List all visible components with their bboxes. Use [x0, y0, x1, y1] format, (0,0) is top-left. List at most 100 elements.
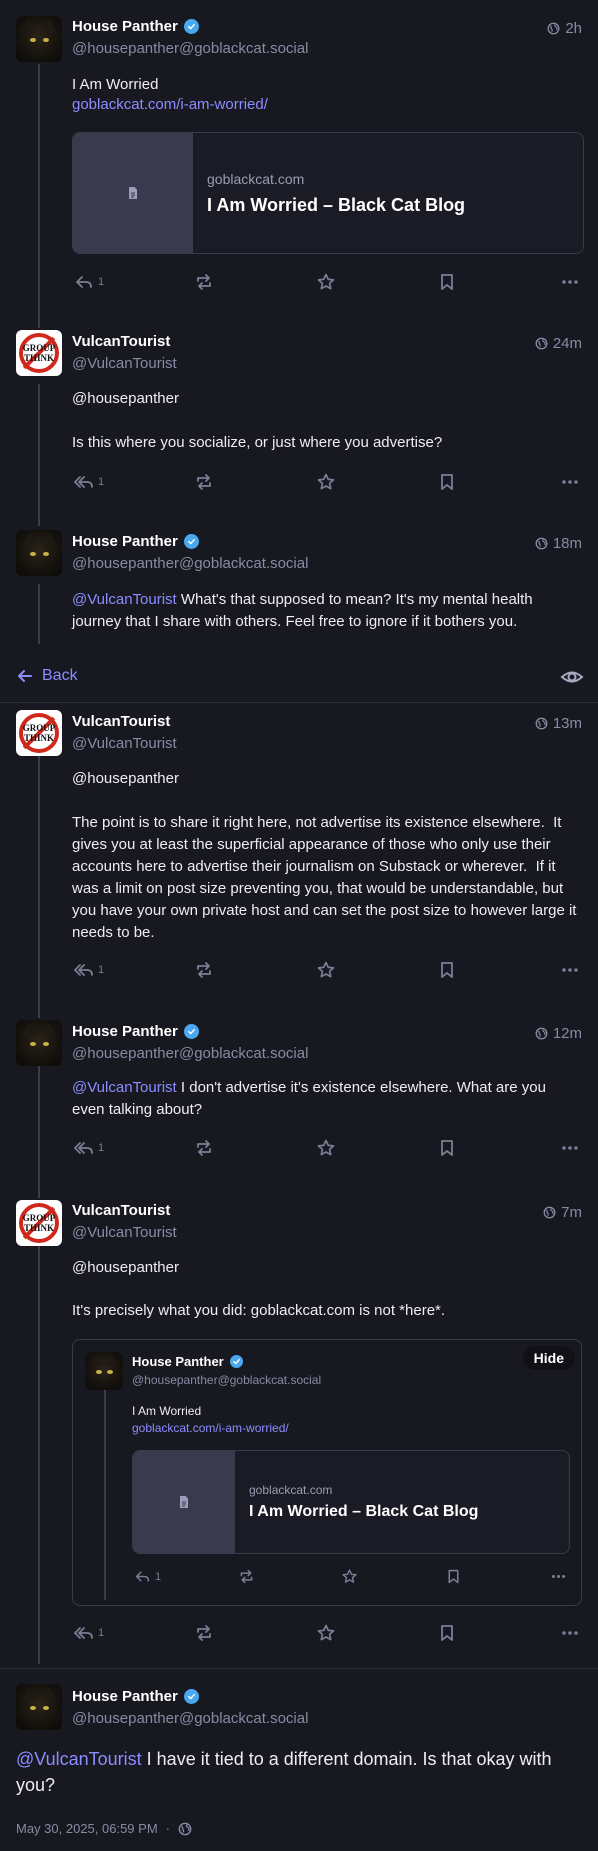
author-name[interactable]: House Panther	[72, 18, 199, 35]
favourite-button[interactable]	[316, 472, 336, 492]
bookmark-icon	[445, 1568, 462, 1585]
avatar[interactable]: GROUP THINK	[16, 710, 62, 756]
link-card[interactable]: goblackcat.com I Am Worried – Black Cat B…	[132, 1450, 570, 1554]
quoted-post[interactable]: House Panther @housepanther@goblackcat.s…	[72, 1339, 582, 1606]
post-text: @VulcanTourist What's that supposed to m…	[72, 591, 533, 630]
author-handle[interactable]: @housepanther@goblackcat.social	[72, 555, 308, 572]
post-time[interactable]: 18m	[535, 535, 582, 552]
post-link[interactable]: goblackcat.com/i-am-worried/	[132, 1421, 289, 1435]
author-name[interactable]: House Panther	[132, 1354, 243, 1369]
post-date[interactable]: May 30, 2025, 06:59 PM	[16, 1821, 158, 1836]
link-card[interactable]: goblackcat.com I Am Worried – Black Cat B…	[72, 132, 584, 254]
bookmark-icon	[437, 1138, 457, 1158]
avatar[interactable]	[85, 1352, 123, 1390]
favourite-button[interactable]	[316, 272, 336, 292]
bookmark-button[interactable]	[437, 1623, 457, 1643]
thread-line	[104, 1390, 106, 1600]
thread-line	[38, 64, 40, 328]
bookmark-button[interactable]	[437, 272, 457, 292]
author-handle[interactable]: @VulcanTourist	[72, 1224, 177, 1241]
mention-link[interactable]: @VulcanTourist	[72, 1079, 177, 1096]
post-mention[interactable]: @housepanther	[72, 768, 179, 790]
back-button[interactable]: Back	[16, 667, 78, 685]
boost-button[interactable]	[194, 472, 214, 492]
post-link[interactable]: goblackcat.com/i-am-worried/	[72, 96, 268, 113]
post-time[interactable]: 12m	[535, 1025, 582, 1042]
reply-all-button[interactable]: 1	[74, 1623, 104, 1643]
bookmark-button[interactable]	[437, 1138, 457, 1158]
boost-button[interactable]	[194, 1138, 214, 1158]
favourite-button[interactable]	[341, 1568, 358, 1585]
reply-all-button[interactable]: 1	[74, 472, 104, 492]
mention-link[interactable]: @VulcanTourist	[72, 591, 177, 608]
boost-button[interactable]	[194, 1623, 214, 1643]
star-icon	[316, 960, 336, 980]
author-handle[interactable]: @VulcanTourist	[72, 355, 177, 372]
globe-icon	[535, 1027, 548, 1040]
post-time[interactable]: 13m	[535, 715, 582, 732]
reply-all-icon	[74, 1623, 94, 1643]
document-icon	[73, 133, 193, 253]
author-handle[interactable]: @housepanther@goblackcat.social	[132, 1373, 321, 1387]
more-button[interactable]	[560, 1623, 580, 1643]
bookmark-button[interactable]	[445, 1568, 462, 1585]
reply-all-button[interactable]: 1	[74, 960, 104, 980]
thread-line	[38, 1066, 40, 1198]
more-icon	[560, 960, 580, 980]
avatar[interactable]	[16, 1020, 62, 1066]
more-button[interactable]	[560, 472, 580, 492]
boost-button[interactable]	[238, 1568, 255, 1585]
boost-button[interactable]	[194, 960, 214, 980]
boost-icon	[238, 1568, 255, 1585]
author-name[interactable]: House Panther	[72, 1688, 199, 1705]
mention-link[interactable]: @VulcanTourist	[16, 1749, 142, 1769]
avatar[interactable]: GROUP THINK	[16, 330, 62, 376]
divider	[0, 702, 598, 703]
more-button[interactable]	[550, 1568, 567, 1585]
boost-button[interactable]	[194, 272, 214, 292]
post-time[interactable]: 7m	[543, 1204, 582, 1221]
author-name[interactable]: House Panther	[72, 533, 199, 550]
arrow-left-icon	[18, 670, 32, 682]
author-name[interactable]: VulcanTourist	[72, 1202, 170, 1219]
author-name[interactable]: VulcanTourist	[72, 333, 170, 350]
star-icon	[316, 1623, 336, 1643]
favourite-button[interactable]	[316, 960, 336, 980]
reply-button[interactable]: 1	[74, 272, 104, 292]
post-text: The point is to share it right here, not…	[72, 814, 581, 941]
reply-all-button[interactable]: 1	[74, 1138, 104, 1158]
avatar[interactable]	[16, 530, 62, 576]
post-mention[interactable]: @housepanther	[72, 1257, 179, 1279]
card-title: I Am Worried – Black Cat Blog	[249, 1503, 479, 1520]
post-time[interactable]: 24m	[535, 335, 582, 352]
avatar[interactable]	[16, 16, 62, 62]
more-icon	[560, 472, 580, 492]
avatar[interactable]: GROUP THINK	[16, 1200, 62, 1246]
post-time[interactable]: 2h	[547, 20, 582, 37]
reply-all-icon	[74, 472, 94, 492]
more-icon	[560, 1623, 580, 1643]
more-button[interactable]	[560, 272, 580, 292]
globe-icon	[535, 717, 548, 730]
post-mention[interactable]: @housepanther	[72, 388, 179, 410]
bookmark-button[interactable]	[437, 960, 457, 980]
bookmark-button[interactable]	[437, 472, 457, 492]
separator: ·	[165, 1821, 170, 1836]
author-handle[interactable]: @housepanther@goblackcat.social	[72, 40, 308, 57]
author-name[interactable]: House Panther	[72, 1023, 199, 1040]
boost-icon	[194, 272, 214, 292]
favourite-button[interactable]	[316, 1138, 336, 1158]
more-button[interactable]	[560, 960, 580, 980]
favourite-button[interactable]	[316, 1623, 336, 1643]
author-name[interactable]: VulcanTourist	[72, 713, 170, 730]
hide-button[interactable]: Hide	[522, 1346, 575, 1370]
author-handle[interactable]: @housepanther@goblackcat.social	[72, 1710, 308, 1727]
more-button[interactable]	[560, 1138, 580, 1158]
post-text: Is this where you socialize, or just whe…	[72, 434, 443, 451]
author-handle[interactable]: @VulcanTourist	[72, 735, 177, 752]
eye-button[interactable]	[560, 665, 584, 694]
boost-icon	[194, 960, 214, 980]
avatar[interactable]	[16, 1684, 62, 1730]
author-handle[interactable]: @housepanther@goblackcat.social	[72, 1045, 308, 1062]
reply-button[interactable]: 1	[134, 1568, 161, 1585]
